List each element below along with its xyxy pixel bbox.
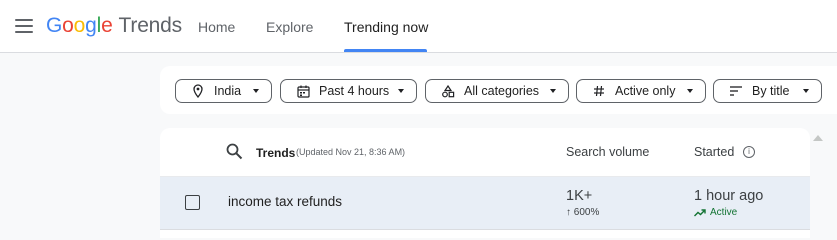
sort-filter-label: By title <box>752 84 790 98</box>
trending-up-icon <box>694 208 706 216</box>
volume-change-value: 600% <box>573 207 600 218</box>
trend-name[interactable]: income tax refunds <box>228 194 342 209</box>
chevron-down-icon <box>550 89 556 93</box>
chevron-down-icon <box>687 89 693 93</box>
logo-letter: e <box>101 14 113 37</box>
started-value: 1 hour ago <box>694 188 764 204</box>
nav-home[interactable]: Home <box>198 0 235 53</box>
product-name: Trends <box>118 14 183 37</box>
active-tab-indicator <box>344 49 427 52</box>
search-icon[interactable] <box>226 143 243 165</box>
status-badge: Active <box>694 207 737 218</box>
volume-change: ↑ 600% <box>566 207 599 218</box>
nav-trending-now[interactable]: Trending now <box>344 0 428 53</box>
sort-filter[interactable]: By title <box>713 79 822 103</box>
search-volume-value: 1K+ <box>566 188 593 204</box>
status-text: Active <box>710 207 738 218</box>
logo-letter: o <box>62 14 74 37</box>
chevron-down-icon <box>803 89 809 93</box>
location-filter-label: India <box>214 84 242 98</box>
status-filter-label: Active only <box>615 84 676 98</box>
location-filter[interactable]: India <box>175 79 272 103</box>
sort-icon <box>728 83 744 99</box>
logo-letter: o <box>73 14 86 37</box>
row-checkbox[interactable] <box>185 195 200 210</box>
updated-timestamp: (Updated Nov 21, 8:36 AM) <box>296 147 406 157</box>
google-trends-logo[interactable]: Google Trends <box>46 14 182 40</box>
logo-letter: g <box>85 14 97 37</box>
scroll-up-arrow-icon[interactable] <box>813 135 823 141</box>
google-wordmark: Google <box>46 14 113 38</box>
main-menu-icon[interactable] <box>15 19 33 33</box>
column-header-started[interactable]: Started <box>694 145 734 159</box>
logo-letter: G <box>46 14 63 37</box>
location-pin-icon <box>190 83 206 99</box>
arrow-up-icon: ↑ <box>566 207 574 218</box>
chevron-down-icon <box>398 89 404 93</box>
time-filter-label: Past 4 hours <box>319 84 390 98</box>
nav-explore[interactable]: Explore <box>266 0 313 53</box>
category-filter[interactable]: All categories <box>425 79 569 103</box>
hash-icon <box>591 83 607 99</box>
column-header-search-volume[interactable]: Search volume <box>566 145 649 159</box>
time-filter[interactable]: Past 4 hours <box>280 79 417 103</box>
table-title: Trends <box>256 146 296 160</box>
category-filter-label: All categories <box>464 84 540 98</box>
calendar-icon <box>295 83 311 99</box>
row-divider <box>160 229 810 230</box>
categories-icon <box>440 83 456 99</box>
info-icon[interactable]: i <box>743 146 755 158</box>
status-filter[interactable]: Active only <box>576 79 706 103</box>
chevron-down-icon <box>253 89 259 93</box>
